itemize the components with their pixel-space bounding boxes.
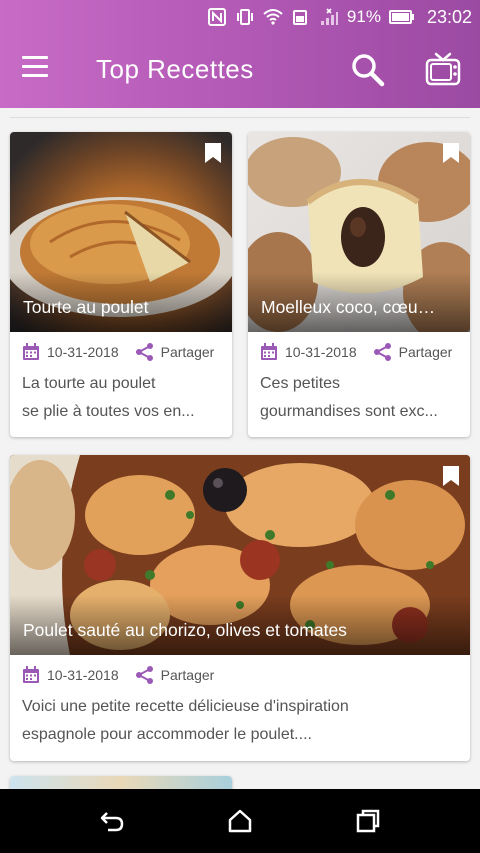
recipe-title: Moelleux coco, cœur ...	[261, 297, 440, 317]
status-bar: 91% 23:02	[0, 0, 480, 34]
app-bar: Top Recettes	[0, 34, 480, 106]
recipe-description: Voici une petite recette délicieuse d'in…	[22, 693, 458, 749]
menu-button[interactable]	[22, 56, 52, 84]
battery-icon	[388, 10, 414, 24]
share-button[interactable]: Partager	[373, 342, 453, 362]
recipe-card[interactable]: Tourte au poulet 10-31-2018 Partager La …	[10, 132, 232, 437]
calendar-icon	[23, 666, 39, 683]
recipe-image: Moelleux coco, cœur ...	[248, 132, 470, 332]
bookmark-icon[interactable]	[204, 142, 222, 164]
recipe-meta: 10-31-2018 Partager	[260, 342, 452, 362]
recipe-card[interactable]: Poulet sauté au chorizo, olives et tomat…	[10, 455, 470, 761]
nfc-icon	[207, 8, 226, 26]
home-icon[interactable]	[226, 807, 254, 835]
tv-icon[interactable]	[424, 50, 462, 88]
share-button[interactable]: Partager	[135, 665, 215, 685]
back-icon[interactable]	[98, 807, 126, 835]
share-icon	[135, 343, 153, 361]
recipe-description-line: se plie à toutes vos en...	[22, 403, 195, 420]
recipe-date: 10-31-2018	[47, 667, 119, 683]
menu-icon-bar	[22, 65, 48, 68]
calendar-icon	[23, 343, 39, 360]
menu-icon	[22, 56, 48, 59]
app-title: Top Recettes	[96, 54, 254, 84]
recipe-description-line: Voici une petite recette délicieuse d'in…	[22, 698, 349, 715]
divider	[10, 117, 470, 118]
recipe-description: Ces petites gourmandises sont exc...	[260, 370, 458, 426]
share-icon	[135, 666, 153, 684]
header: 91% 23:02 Top Recettes	[0, 0, 480, 108]
clock: 23:02	[426, 7, 472, 27]
recipe-description-line: La tourte au poulet	[22, 375, 156, 392]
share-icon	[373, 343, 391, 361]
recipe-title: Tourte au poulet	[23, 297, 149, 317]
recipe-description-line: gourmandises sont exc...	[260, 403, 438, 420]
recipe-description-line: Ces petites	[260, 375, 341, 392]
search-icon[interactable]	[350, 52, 386, 88]
share-button[interactable]: Partager	[135, 342, 215, 362]
calendar-icon	[261, 343, 277, 360]
system-nav-bar	[0, 789, 480, 853]
recipe-image: Poulet sauté au chorizo, olives et tomat…	[10, 455, 470, 655]
signal-icon	[320, 8, 338, 25]
bookmark-icon[interactable]	[442, 465, 460, 487]
recipe-image: Tourte au poulet	[10, 132, 232, 332]
recipe-date: 10-31-2018	[47, 344, 119, 360]
recents-icon[interactable]	[354, 807, 382, 835]
menu-icon-bar	[22, 74, 48, 77]
recipe-date: 10-31-2018	[285, 344, 357, 360]
recipe-title: Poulet sauté au chorizo, olives et tomat…	[23, 620, 347, 640]
share-label: Partager	[160, 344, 215, 360]
recipe-description-line: espagnole pour accommoder le poulet....	[22, 726, 312, 743]
recipe-description: La tourte au poulet se plie à toutes vos…	[22, 370, 220, 426]
battery-saver-icon	[292, 10, 307, 25]
share-label: Partager	[398, 344, 453, 360]
recipe-card[interactable]: Moelleux coco, cœur ... 10-31-2018 Parta…	[248, 132, 470, 437]
vibrate-icon	[236, 9, 253, 25]
share-label: Partager	[160, 667, 215, 683]
battery-percent: 91%	[346, 7, 381, 26]
wifi-icon	[263, 9, 283, 25]
recipe-meta: 10-31-2018 Partager	[22, 665, 214, 685]
bookmark-icon[interactable]	[442, 142, 460, 164]
recipe-meta: 10-31-2018 Partager	[22, 342, 214, 362]
